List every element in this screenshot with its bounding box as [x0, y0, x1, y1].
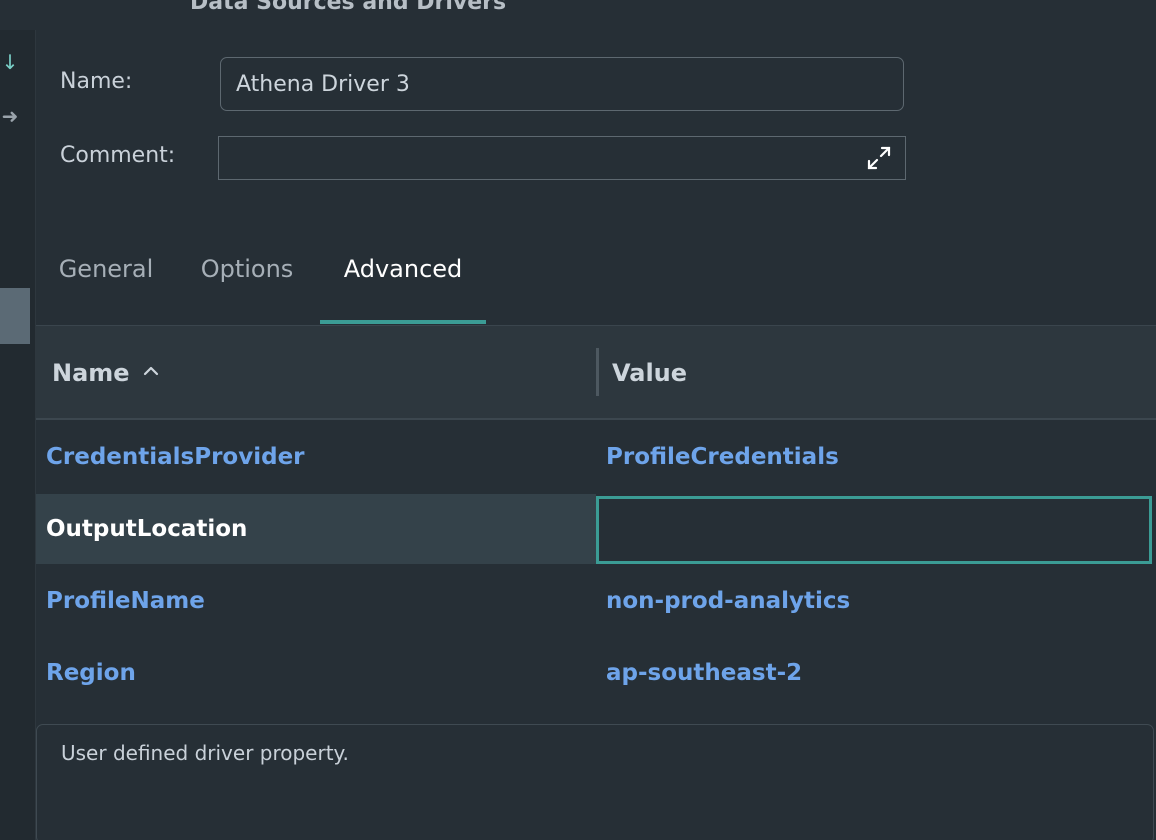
property-value[interactable]: ProfileCredentials [606, 422, 839, 492]
table-row-selected[interactable]: OutputLocation [36, 494, 1156, 564]
property-value-editor[interactable] [596, 496, 1152, 564]
sort-ascending-icon[interactable] [142, 362, 160, 380]
arrow-down-icon[interactable]: ↓ [0, 50, 20, 74]
column-header-name-label: Name [52, 359, 130, 387]
driver-settings-window: Data Sources and Drivers ↓ ➜ Name: Comme… [0, 0, 1156, 840]
property-description-panel: User defined driver property. [36, 724, 1154, 840]
name-label: Name: [60, 69, 133, 94]
tab-general[interactable]: General [58, 240, 154, 324]
comment-label: Comment: [60, 143, 176, 168]
window-title: Data Sources and Drivers [190, 0, 507, 15]
property-name: ProfileName [46, 588, 205, 614]
properties-table: Name Value CredentialsProvider ProfileCr… [36, 326, 1156, 714]
table-header: Name Value [36, 326, 1156, 420]
tab-options[interactable]: Options [196, 240, 298, 324]
tab-advanced[interactable]: Advanced [320, 240, 486, 324]
property-name: OutputLocation [46, 516, 248, 542]
table-row[interactable]: ProfileName non-prod-analytics [36, 566, 1156, 636]
expand-icon[interactable] [866, 145, 892, 171]
arrow-right-icon[interactable]: ➜ [0, 104, 20, 128]
name-input[interactable] [220, 57, 904, 111]
property-name: Region [46, 660, 136, 686]
column-header-value-label: Value [612, 359, 688, 387]
property-value[interactable]: non-prod-analytics [606, 566, 850, 636]
property-value[interactable]: ap-southeast-2 [606, 638, 802, 708]
column-header-name[interactable]: Name [52, 326, 130, 420]
property-name: CredentialsProvider [46, 444, 305, 470]
sidebar-selected-item[interactable] [0, 288, 30, 344]
comment-input[interactable] [218, 136, 906, 180]
left-sidebar: ↓ ➜ [0, 30, 36, 840]
property-description-text: User defined driver property. [61, 741, 349, 765]
table-row[interactable]: Region ap-southeast-2 [36, 638, 1156, 708]
column-resize-handle[interactable] [596, 348, 599, 396]
column-header-value[interactable]: Value [612, 326, 687, 420]
tab-bar: General Options Advanced [36, 240, 1156, 326]
table-row[interactable]: CredentialsProvider ProfileCredentials [36, 422, 1156, 492]
